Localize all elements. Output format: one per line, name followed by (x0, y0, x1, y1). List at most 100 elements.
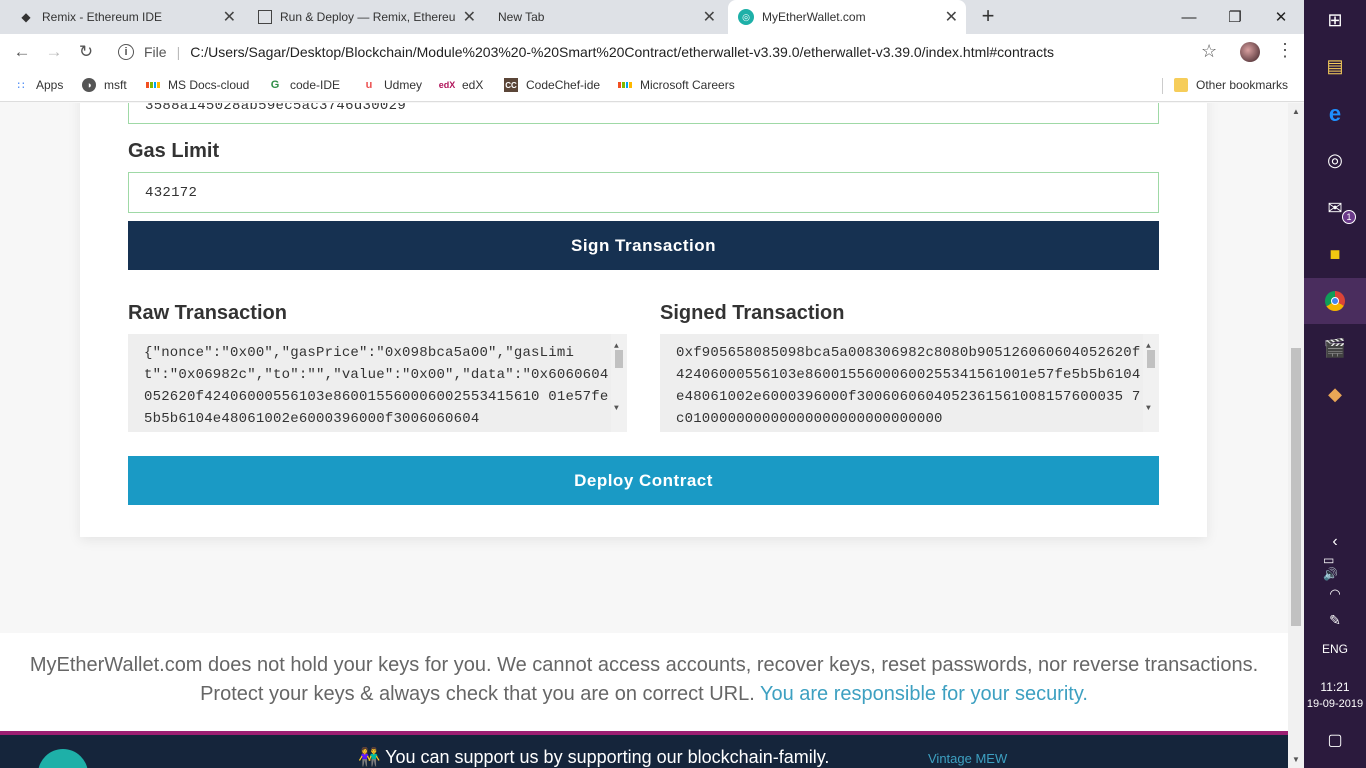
file-scheme-label: File (144, 44, 167, 60)
bookmark-microsoft-careers[interactable]: Microsoft Careers (618, 78, 735, 92)
scroll-down-icon[interactable]: ▼ (614, 398, 619, 420)
scrollbar-thumb[interactable] (1147, 350, 1155, 368)
scrollbar-thumb[interactable] (1291, 348, 1301, 626)
forward-arrow-icon[interactable]: → (44, 42, 64, 62)
battery-volume-icon[interactable]: ▭🔊 (1323, 553, 1347, 581)
scroll-up-icon[interactable]: ▲ (1292, 107, 1300, 116)
url-text[interactable]: C:/Users/Sagar/Desktop/Blockchain/Module… (190, 44, 1054, 60)
document-icon (258, 10, 272, 24)
bookmark-other[interactable]: Other bookmarks (1174, 78, 1288, 92)
raw-transaction-text: {"nonce":"0x00","gasPrice":"0x098bca5a00… (144, 345, 609, 427)
clock-date[interactable]: 19-09-2019 (1304, 698, 1366, 710)
action-center-icon[interactable]: ▢ (1323, 728, 1347, 752)
bookmark-label: Other bookmarks (1196, 78, 1289, 92)
ethereum-icon: ◆ (21, 10, 31, 24)
wifi-icon[interactable]: ◠ (1323, 582, 1347, 606)
package-icon[interactable]: ◆ (1323, 382, 1347, 406)
bytecode-textarea[interactable]: 3588a145028ab59ec5ac3746d30029 (128, 103, 1159, 124)
deploy-contract-button[interactable]: Deploy Contract (128, 456, 1159, 505)
security-link[interactable]: You are responsible for your security. (760, 683, 1088, 705)
chrome-icon[interactable] (1323, 289, 1347, 313)
page-scrollbar[interactable]: ▲ ▼ (1288, 103, 1304, 768)
tab-label: Run & Deploy — Remix, Ethereum (280, 10, 456, 24)
gas-limit-label: Gas Limit (128, 140, 220, 162)
family-icon: 👫 (358, 747, 381, 767)
windows-taskbar: ⊞ ▤ e ◎ ✉ 1 ■ 🎬 ◆ ‹ ▭🔊 ◠ ✎ ENG 11:21 19-… (1304, 0, 1366, 768)
textarea-scrollbar[interactable]: ▲ ▼ (1143, 334, 1159, 432)
bookmark-label: Apps (36, 78, 64, 92)
divider: | (176, 44, 181, 60)
groove-music-icon[interactable]: ◎ (1323, 148, 1347, 172)
textarea-scrollbar[interactable]: ▲ ▼ (611, 334, 627, 432)
tab-myetherwallet[interactable]: ◎ MyEtherWallet.com ✕ (728, 0, 966, 34)
bookmark-apps[interactable]: ∷ Apps (14, 78, 64, 92)
mail-badge: 1 (1342, 210, 1356, 224)
clock-time[interactable]: 11:21 (1304, 680, 1366, 694)
show-hidden-icons-chevron-icon[interactable]: ‹ (1323, 530, 1347, 554)
browser-toolbar: ← → ↻ i File | C:/Users/Sagar/Desktop/Bl… (0, 34, 1304, 70)
microsoft-logo-icon (146, 78, 160, 92)
scroll-down-icon[interactable]: ▼ (1292, 755, 1300, 764)
close-window-button[interactable]: ✕ (1258, 0, 1304, 34)
bookmark-star-icon[interactable]: ☆ (1201, 41, 1217, 62)
bookmark-label: Microsoft Careers (640, 78, 735, 92)
bookmarks-bar: ∷ Apps ◑ msft MS Docs-cloud G code-IDE u… (0, 70, 1304, 102)
file-explorer-icon[interactable]: ▤ (1323, 54, 1347, 78)
close-tab-icon[interactable]: ✕ (223, 7, 236, 27)
minimize-button[interactable]: — (1166, 0, 1212, 34)
support-text: You can support us by supporting our blo… (385, 747, 830, 767)
close-tab-icon[interactable]: ✕ (463, 7, 476, 27)
bookmark-label: MS Docs-cloud (168, 78, 250, 92)
signed-transaction-text: 0xf905658085098bca5a008306982c8080b90512… (676, 345, 1141, 427)
footer-bar: 👫 You can support us by supporting our b… (0, 731, 1288, 768)
back-arrow-icon[interactable]: ← (12, 42, 32, 62)
tab-bar: ◆ Remix - Ethereum IDE ✕ Run & Deploy — … (0, 0, 1304, 34)
apps-grid-icon: ∷ (17, 79, 25, 92)
signed-transaction-label: Signed Transaction (660, 302, 845, 324)
restore-button[interactable]: ❐ (1212, 0, 1258, 34)
bookmark-edx[interactable]: edX edX (439, 78, 484, 92)
close-tab-icon[interactable]: ✕ (945, 7, 958, 27)
security-notice: MyEtherWallet.com does not hold your key… (0, 633, 1288, 731)
tab-run-deploy[interactable]: Run & Deploy — Remix, Ethereum ✕ (248, 0, 484, 34)
mew-logo-icon (38, 749, 88, 768)
bookmarks-divider (1162, 78, 1163, 94)
sticky-notes-icon[interactable]: ■ (1323, 242, 1347, 266)
microsoft-logo-icon (618, 78, 632, 92)
sign-transaction-button[interactable]: Sign Transaction (128, 221, 1159, 270)
bookmark-codechef-ide[interactable]: CC CodeChef-ide (504, 78, 600, 92)
video-editor-icon[interactable]: 🎬 (1323, 336, 1347, 360)
profile-avatar[interactable] (1240, 42, 1260, 62)
bookmark-udmey[interactable]: u Udmey (362, 78, 422, 92)
edge-icon[interactable]: e (1323, 101, 1347, 126)
new-tab-button[interactable]: + (976, 4, 1000, 28)
pen-icon[interactable]: ✎ (1323, 608, 1347, 632)
bookmark-label: CodeChef-ide (526, 78, 601, 92)
kebab-menu-icon[interactable]: ⋮ (1276, 40, 1294, 61)
info-icon[interactable]: i (118, 44, 134, 60)
reload-icon[interactable]: ↻ (76, 42, 96, 62)
scroll-down-icon[interactable]: ▼ (1146, 398, 1151, 420)
raw-transaction-textarea[interactable]: {"nonce":"0x00","gasPrice":"0x098bca5a00… (128, 334, 627, 432)
gas-limit-input[interactable]: 432172 (128, 172, 1159, 213)
bookmark-msft[interactable]: ◑ msft (82, 78, 127, 92)
bookmark-ms-docs-cloud[interactable]: MS Docs-cloud (146, 78, 249, 92)
bookmark-code-ide[interactable]: G code-IDE (268, 78, 340, 92)
tab-new-tab[interactable]: New Tab ✕ (488, 0, 724, 34)
close-tab-icon[interactable]: ✕ (703, 7, 716, 27)
udemy-icon: u (365, 79, 373, 91)
scrollbar-thumb[interactable] (615, 350, 623, 368)
language-indicator[interactable]: ENG (1304, 642, 1366, 656)
address-bar[interactable]: i File | C:/Users/Sagar/Desktop/Blockcha… (108, 38, 1228, 66)
tab-remix[interactable]: ◆ Remix - Ethereum IDE ✕ (8, 0, 244, 34)
tab-label: Remix - Ethereum IDE (42, 10, 163, 24)
tab-label: New Tab (498, 10, 545, 24)
page-content: 3588a145028ab59ec5ac3746d30029 Gas Limit… (0, 103, 1288, 768)
bookmark-label: edX (462, 78, 484, 92)
code-ide-icon: G (270, 79, 280, 91)
codechef-icon: CC (504, 78, 518, 92)
globe-icon: ◑ (82, 78, 96, 92)
vintage-mew-link[interactable]: Vintage MEW (928, 751, 1007, 766)
signed-transaction-textarea[interactable]: 0xf905658085098bca5a008306982c8080b90512… (660, 334, 1159, 432)
windows-start-icon[interactable]: ⊞ (1323, 8, 1347, 32)
